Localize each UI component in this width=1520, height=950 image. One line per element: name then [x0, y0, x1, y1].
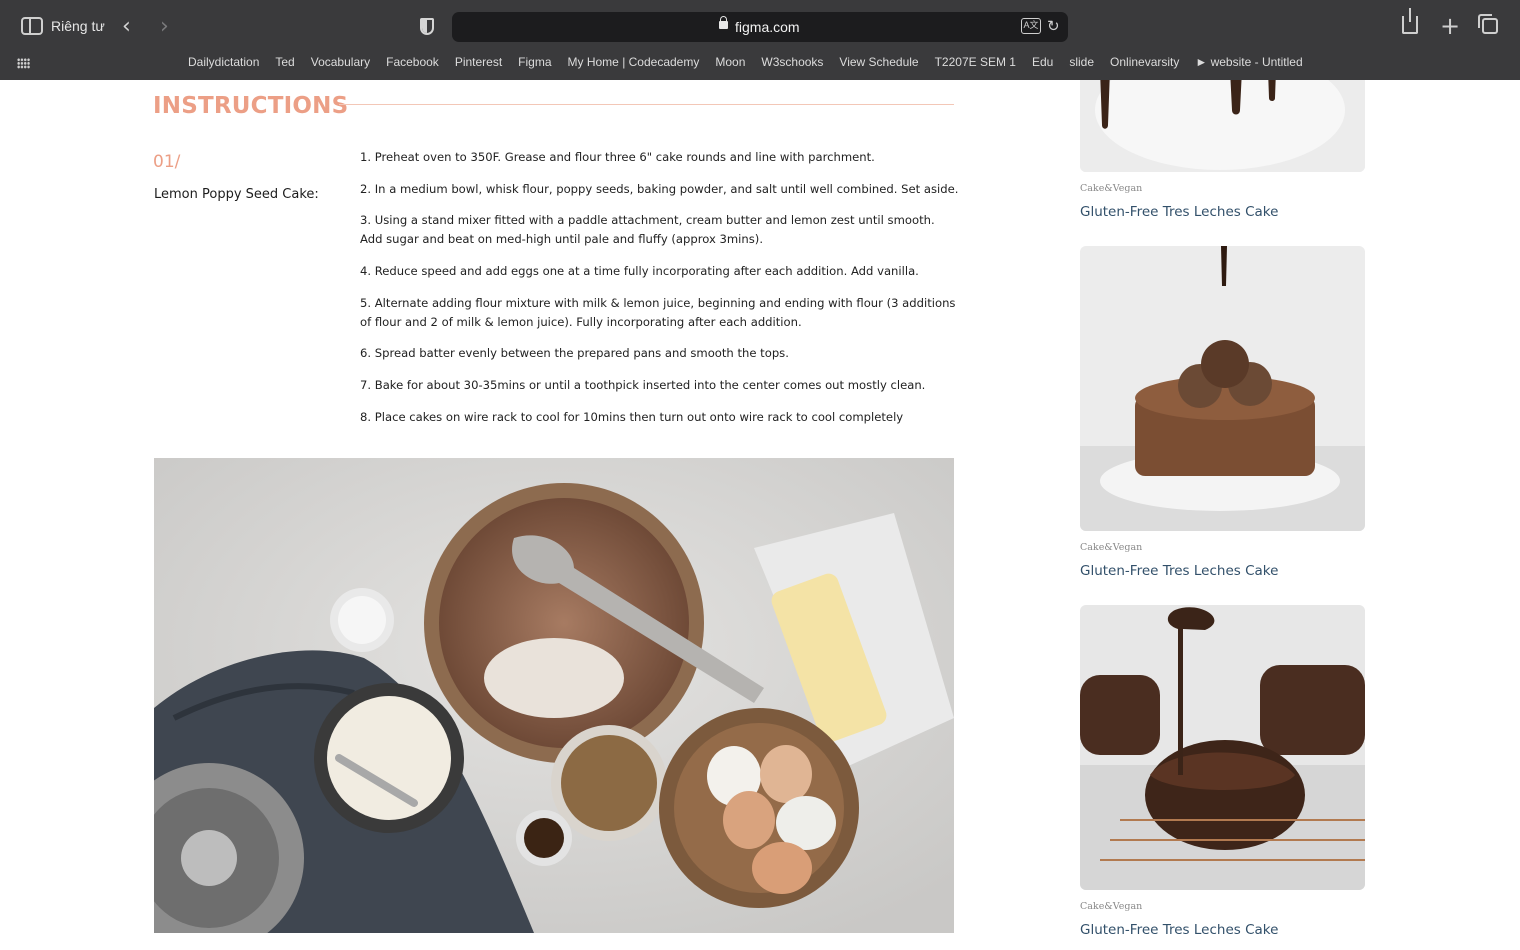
title-divider — [339, 104, 954, 105]
bookmark-item[interactable]: ► website - Untitled — [1187, 55, 1310, 69]
reload-icon[interactable]: ↻ — [1047, 17, 1060, 35]
bundt-cake-chocolate-illustration — [1080, 605, 1365, 890]
bookmark-item[interactable]: Vocabulary — [303, 55, 378, 69]
bookmark-item[interactable]: Moon — [707, 55, 753, 69]
bookmark-item[interactable]: slide — [1061, 55, 1102, 69]
ingredients-illustration — [154, 458, 954, 933]
share-icon[interactable] — [1402, 8, 1418, 34]
instruction-step: 5. Alternate adding flour mixture with m… — [360, 295, 956, 329]
ingredients-photo — [154, 458, 954, 933]
new-tab-plus-icon[interactable]: + — [1440, 12, 1460, 40]
recipe-card-image[interactable] — [1080, 80, 1365, 172]
instructions-title: INSTRUCTIONS — [153, 93, 349, 119]
bookmark-item[interactable]: Ted — [267, 55, 302, 69]
recipe-card-category: Cake&Vegan — [1080, 542, 1143, 553]
address-bar[interactable]: figma.com A文 ↻ — [452, 12, 1068, 42]
url-text[interactable]: figma.com — [735, 19, 800, 35]
translate-icon[interactable]: A文 — [1021, 18, 1041, 34]
instruction-steps: 1. Preheat oven to 350F. Grease and flou… — [360, 148, 960, 440]
bookmark-item[interactable]: Facebook — [378, 55, 447, 69]
instruction-step: 7. Bake for about 30-35mins or until a t… — [360, 378, 926, 393]
step-heading: Lemon Poppy Seed Cake: — [154, 187, 319, 202]
recipe-card-title[interactable]: Gluten-Free Tres Leches Cake — [1080, 204, 1278, 220]
forward-arrow-icon[interactable]: › — [160, 14, 169, 39]
recipe-page: INSTRUCTIONS 01/ Lemon Poppy Seed Cake: … — [0, 80, 1520, 950]
instruction-step: 4. Reduce speed and add eggs one at a ti… — [360, 264, 919, 279]
bookmark-item[interactable]: Edu — [1024, 55, 1061, 69]
recipe-card-category: Cake&Vegan — [1080, 183, 1143, 194]
recipe-card-title[interactable]: Gluten-Free Tres Leches Cake — [1080, 922, 1278, 938]
bookmark-item[interactable]: View Schedule — [831, 55, 926, 69]
sidebar-toggle-icon[interactable] — [21, 17, 43, 35]
recipe-card-category: Cake&Vegan — [1080, 901, 1143, 912]
instruction-step: 8. Place cakes on wire rack to cool for … — [360, 409, 904, 424]
bookmark-item[interactable]: My Home | Codecademy — [560, 55, 708, 69]
instruction-step: 6. Spread batter evenly between the prep… — [360, 346, 789, 361]
apps-grid-icon[interactable] — [17, 58, 30, 69]
bookmark-item[interactable]: Figma — [510, 55, 559, 69]
bookmark-item[interactable]: W3schooks — [753, 55, 831, 69]
recipe-card-image[interactable] — [1080, 605, 1365, 890]
recipe-card-title[interactable]: Gluten-Free Tres Leches Cake — [1080, 563, 1278, 579]
step-number: 01/ — [153, 152, 181, 172]
bookmark-item[interactable]: Onlinevarsity — [1102, 55, 1187, 69]
tab-overview-icon[interactable] — [1478, 14, 1498, 34]
bookmark-item[interactable]: Dailydictation — [180, 55, 267, 69]
browser-toolbar: Riêng tư ‹ › figma.com A文 ↻ + Dailydicta… — [0, 0, 1520, 80]
instruction-step: 3. Using a stand mixer fitted with a pad… — [360, 213, 935, 247]
instruction-step: 1. Preheat oven to 350F. Grease and flou… — [360, 150, 875, 164]
instruction-step: 2. In a medium bowl, whisk flour, poppy … — [360, 181, 959, 196]
lock-icon — [719, 16, 728, 29]
back-arrow-icon[interactable]: ‹ — [122, 14, 131, 39]
profile-label[interactable]: Riêng tư — [51, 18, 105, 34]
bookmarks-bar: Dailydictation Ted Vocabulary Facebook P… — [180, 55, 1311, 69]
bookmark-item[interactable]: T2207E SEM 1 — [927, 55, 1024, 69]
bookmark-item[interactable]: Pinterest — [447, 55, 510, 69]
chocolate-mousse-cake-illustration — [1080, 246, 1365, 531]
privacy-shield-icon[interactable] — [420, 18, 434, 35]
recipe-card-image[interactable] — [1080, 246, 1365, 531]
drip-cake-illustration — [1080, 80, 1365, 172]
